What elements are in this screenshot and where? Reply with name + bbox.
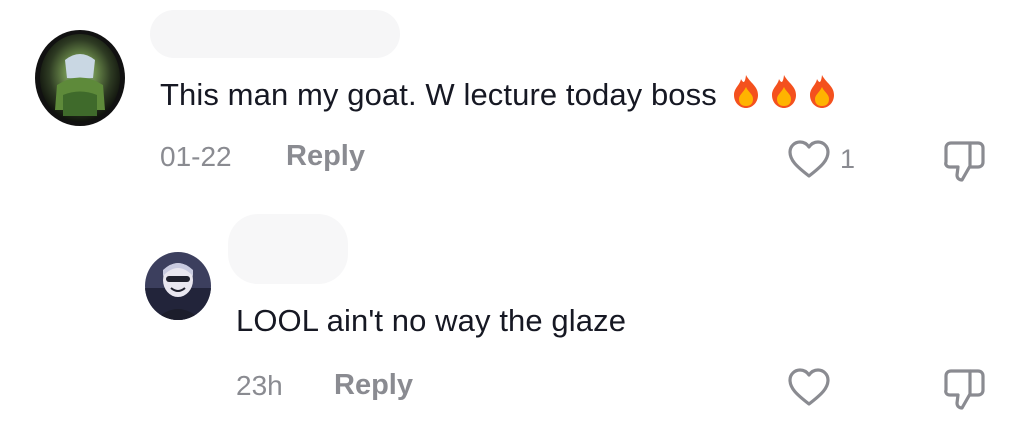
fire-emoji-icon — [766, 73, 802, 117]
heart-icon — [788, 140, 830, 178]
like-count: 1 — [840, 144, 856, 174]
username-placeholder — [228, 214, 348, 284]
dislike-button[interactable] — [940, 366, 988, 412]
avatar[interactable] — [35, 30, 125, 126]
comment-date: 01-22 — [160, 141, 232, 172]
thumbs-down-icon — [944, 141, 985, 182]
comment-text-body: This man my goat. W lecture today boss — [160, 77, 717, 112]
like-button[interactable] — [786, 366, 836, 410]
heart-icon — [788, 368, 830, 406]
fire-emoji-icon — [804, 73, 840, 117]
landscape-avatar-icon — [35, 30, 125, 126]
anime-character-avatar-icon — [145, 252, 211, 320]
avatar[interactable] — [145, 252, 211, 320]
fire-emoji-icon — [728, 73, 764, 117]
comment-text: This man my goat. W lecture today boss — [160, 73, 840, 117]
comment-date: 23h — [236, 370, 283, 401]
comment-text: LOOL ain't no way the glaze — [236, 303, 627, 338]
thumbs-down-icon — [944, 369, 985, 410]
reply-button[interactable]: Reply — [334, 369, 413, 402]
reply-button[interactable]: Reply — [286, 140, 365, 173]
like-button[interactable] — [786, 138, 836, 182]
dislike-button[interactable] — [940, 138, 988, 184]
username-placeholder — [150, 10, 400, 58]
